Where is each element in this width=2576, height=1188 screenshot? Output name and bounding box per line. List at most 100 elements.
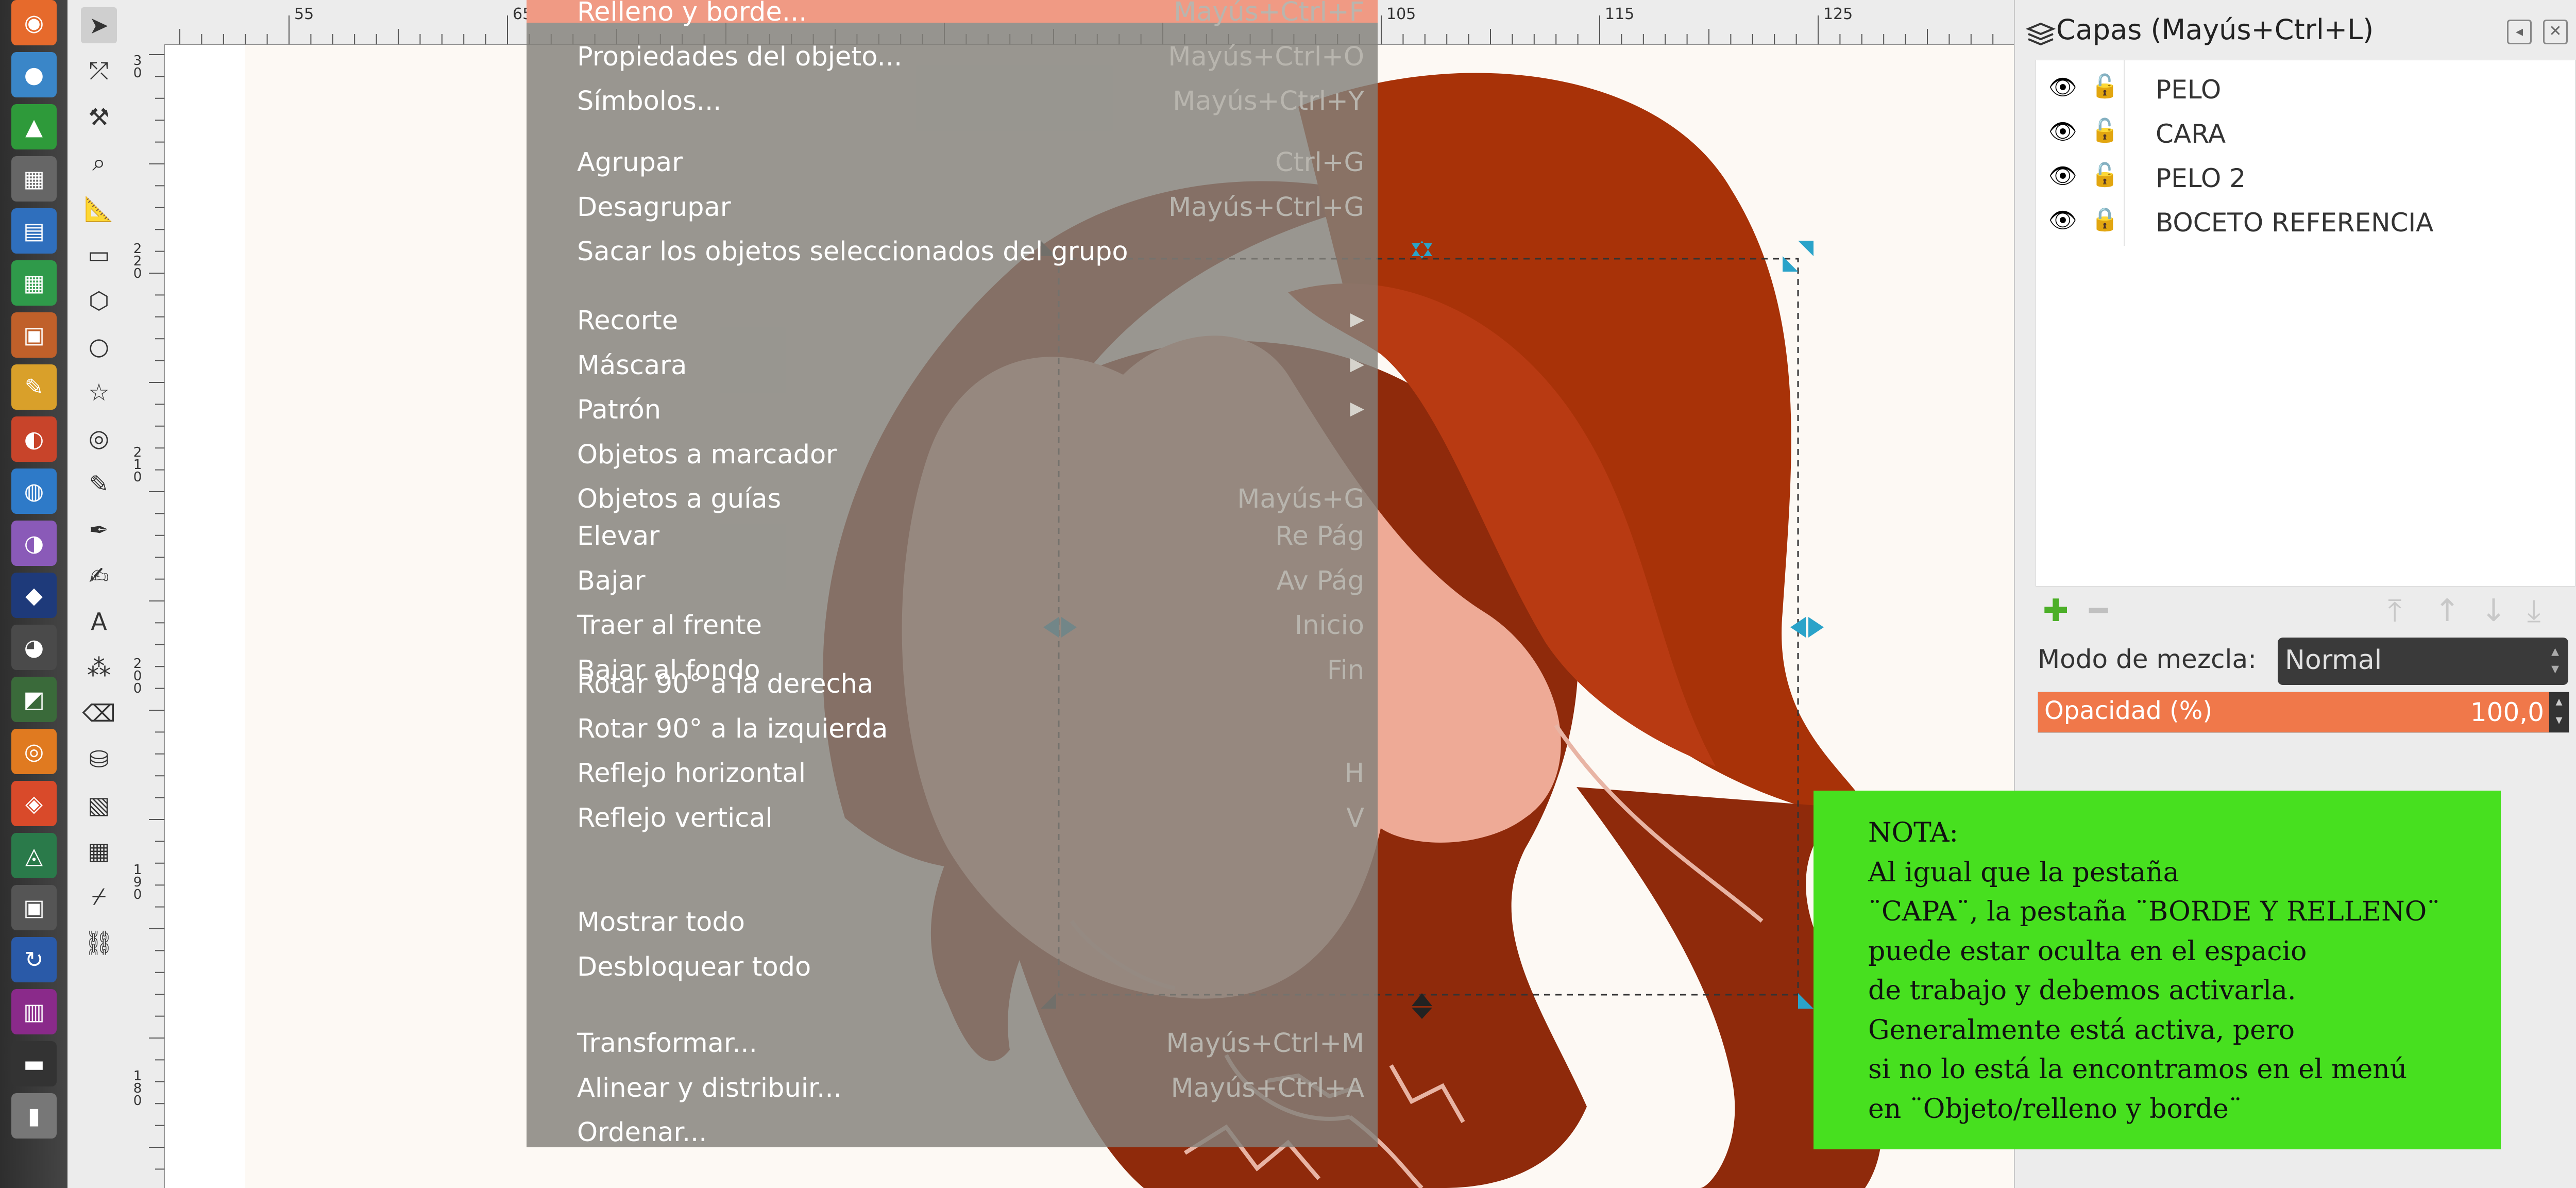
layer-row[interactable]: 👁 🔓 PELO	[2036, 65, 2575, 110]
menu-item[interactable]: Transformar... Mayús+Ctrl+M	[577, 1028, 1364, 1070]
photo-icon[interactable]: ◈	[11, 781, 57, 826]
menu-item-label: Objetos a guías	[577, 484, 782, 514]
menu-item[interactable]: Desbloquear todo	[577, 952, 1364, 994]
tweak-tool-icon[interactable]: ⚒	[81, 99, 117, 135]
eraser-tool-icon[interactable]: ⌫	[81, 695, 117, 731]
menu-item-shortcut: Re Pág	[1275, 521, 1364, 551]
calc-icon[interactable]: ▦	[11, 260, 57, 306]
menu-item[interactable]: Rotar 90° a la izquierda	[577, 714, 1364, 756]
menu-item-label: Mostrar todo	[577, 907, 745, 938]
menu-item[interactable]: Patrón ▶	[577, 395, 1364, 437]
lock-open-icon[interactable]: 🔓	[2091, 73, 2119, 99]
ellipse-tool-icon[interactable]: ○	[81, 328, 117, 364]
handle-top-right	[1783, 241, 1814, 272]
lock-closed-icon[interactable]: 🔒	[2091, 206, 2119, 232]
menu-item[interactable]: Sacar los objetos seleccionados del grup…	[577, 237, 1364, 279]
menu-item[interactable]: Recorte ▶	[577, 306, 1364, 348]
menu-item[interactable]: Reflejo horizontal H	[577, 758, 1364, 800]
calculator-icon[interactable]: ▦	[11, 156, 57, 202]
node-tool-icon[interactable]: ⤱	[81, 53, 117, 89]
calligraphy-tool-icon[interactable]: ✍	[81, 558, 117, 594]
object-context-menu[interactable]: Relleno y borde... Mayús+Ctrl+F Propiedade…	[527, 0, 1378, 1148]
dropper-tool-icon[interactable]: ⌿	[81, 879, 117, 915]
visibility-eye-icon[interactable]: 👁	[2048, 74, 2077, 101]
firefox-icon[interactable]: ◉	[11, 0, 57, 45]
connector-tool-icon[interactable]: ⛓	[81, 925, 117, 961]
software-center-icon[interactable]: ▲	[11, 104, 57, 149]
browser-icon[interactable]: ◍	[11, 468, 57, 514]
update-icon[interactable]: ↻	[11, 937, 57, 982]
layer-row[interactable]: 👁 🔓 PELO 2	[2036, 154, 2575, 198]
star-tool-icon[interactable]: ☆	[81, 374, 117, 410]
draw-icon[interactable]: ✎	[11, 364, 57, 410]
menu-item[interactable]: Elevar Re Pág	[577, 521, 1364, 563]
opacity-spin-button[interactable]: ▴ ▾	[2549, 692, 2569, 732]
menu-item[interactable]: Alinear y distribuir... Mayús+Ctrl+A	[577, 1073, 1364, 1115]
panel-collapse-button[interactable]: ◂	[2507, 20, 2532, 44]
menu-item[interactable]: Mostrar todo	[577, 907, 1364, 949]
usb-icon[interactable]: ▮	[11, 1093, 57, 1139]
menu-item[interactable]: Desagrupar Mayús+Ctrl+G	[577, 192, 1364, 235]
menu-item[interactable]: Rotar 90° a la derecha	[577, 669, 1364, 711]
lock-open-icon[interactable]: 🔓	[2091, 117, 2119, 144]
visibility-eye-icon[interactable]: 👁	[2048, 207, 2077, 233]
visibility-eye-icon[interactable]: 👁	[2048, 162, 2077, 189]
remove-layer-icon[interactable]: ━	[2089, 593, 2108, 629]
menu-item[interactable]: Reflejo vertical V	[577, 803, 1364, 845]
layer-row[interactable]: 👁 🔒 BOCETO REFERENCIA	[2036, 198, 2575, 243]
bucket-tool-icon[interactable]: ⛁	[81, 741, 117, 777]
box3d-tool-icon[interactable]: ⬡	[81, 282, 117, 319]
apps-icon[interactable]: ▥	[11, 989, 57, 1034]
inkscape-alt-icon[interactable]: ◬	[11, 833, 57, 878]
lock-open-icon[interactable]: 🔓	[2091, 161, 2119, 188]
menu-item[interactable]: Relleno y borde... Mayús+Ctrl+F	[577, 0, 1364, 39]
menu-item[interactable]: Símbolos... Mayús+Ctrl+Y	[577, 86, 1364, 128]
camera-icon[interactable]: ▣	[11, 885, 57, 930]
impress-icon[interactable]: ▣	[11, 312, 57, 358]
gimp-icon[interactable]: ◕	[11, 625, 57, 670]
rectangle-tool-icon[interactable]: ▭	[81, 237, 117, 273]
menu-item-label: Reflejo horizontal	[577, 758, 806, 789]
pinta-icon[interactable]: ◐	[11, 416, 57, 462]
menu-item[interactable]: Propiedades del objeto... Mayús+Ctrl+O	[577, 42, 1364, 84]
spiral-tool-icon[interactable]: ◎	[81, 420, 117, 456]
menu-item[interactable]: Agrupar Ctrl+G	[577, 147, 1364, 190]
menu-item[interactable]: Máscara ▶	[577, 350, 1364, 393]
pencil-tool-icon[interactable]: ✎	[81, 466, 117, 502]
column-divider	[2124, 60, 2125, 246]
layer-down-icon[interactable]: ↓	[2481, 593, 2506, 629]
pen-tool-icon[interactable]: ✒	[81, 512, 117, 548]
add-layer-icon[interactable]: ✚	[2043, 593, 2069, 629]
selector-tool-icon[interactable]: ➤	[81, 7, 117, 43]
theme-icon[interactable]: ◑	[11, 521, 57, 566]
panel-close-button[interactable]: ✕	[2543, 20, 2568, 44]
menu-item-label: Símbolos...	[577, 86, 722, 116]
zoom-tool-icon[interactable]: ⌕	[81, 145, 117, 181]
layer-row[interactable]: 👁 🔓 CARA	[2036, 110, 2575, 154]
spray-tool-icon[interactable]: ⁂	[81, 649, 117, 685]
menu-item[interactable]: Ordenar...	[577, 1117, 1364, 1160]
layer-up-icon[interactable]: ↑	[2434, 593, 2460, 629]
image-viewer-icon[interactable]: ◩	[11, 677, 57, 722]
menu-item[interactable]: Traer al frente Inicio	[577, 610, 1364, 652]
layer-to-top-icon[interactable]: ⤒	[2388, 593, 2402, 629]
writer-icon[interactable]: ▤	[11, 208, 57, 254]
blend-mode-select[interactable]: Normal ▴ ▾	[2278, 638, 2568, 685]
menu-item-shortcut: Mayús+Ctrl+A	[1171, 1073, 1364, 1103]
measure-tool-icon[interactable]: 📐	[81, 191, 117, 227]
chromium-icon[interactable]: ●	[11, 52, 57, 97]
menu-item[interactable]: Objetos a guías Mayús+G	[577, 484, 1364, 526]
opacity-slider[interactable]: Opacidad (%) 100,0 ▴ ▾	[2038, 692, 2569, 733]
mesh-tool-icon[interactable]: ▦	[81, 833, 117, 869]
layers-list[interactable]: 👁 🔓 PELO 👁 🔓 CARA 👁 🔓 PELO 2 👁 🔒 BOCETO REFERENCIA	[2036, 60, 2575, 587]
layer-to-bottom-icon[interactable]: ⤓	[2527, 593, 2541, 629]
menu-item[interactable]: Bajar Av Pág	[577, 566, 1364, 608]
blender-icon[interactable]: ◎	[11, 729, 57, 774]
menu-item-label: Transformar...	[577, 1028, 757, 1059]
visibility-eye-icon[interactable]: 👁	[2048, 118, 2077, 145]
text-tool-icon[interactable]: A	[81, 604, 117, 640]
terminal-icon[interactable]: ▬	[11, 1041, 57, 1086]
gradient-tool-icon[interactable]: ▧	[81, 787, 117, 823]
menu-item[interactable]: Objetos a marcador	[577, 440, 1364, 482]
inkscape-icon[interactable]: ◆	[11, 573, 57, 618]
